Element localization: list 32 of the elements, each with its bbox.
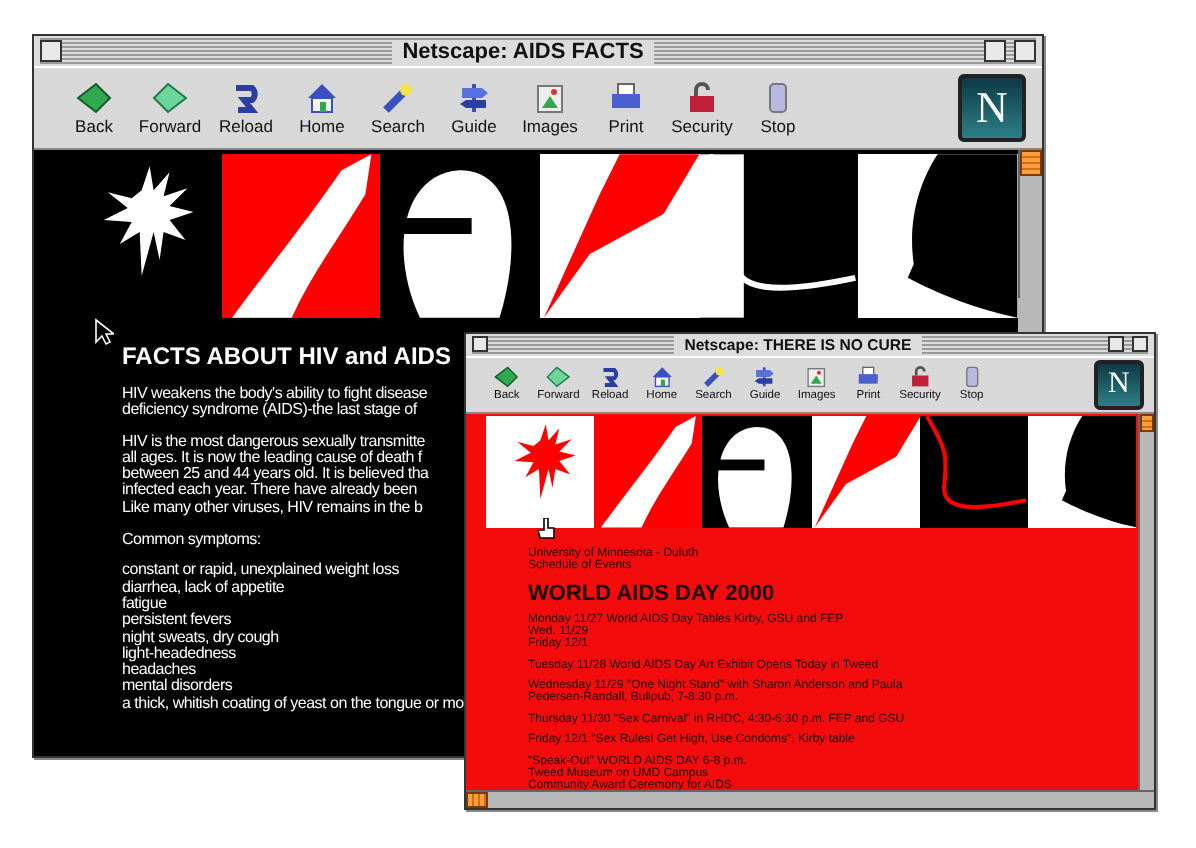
toolbar-button[interactable]: Images: [518, 81, 582, 135]
page-text: HIV weakens the body's ability to fight disease: [122, 385, 428, 402]
page-text: Common symptoms:: [122, 531, 261, 548]
toolbar-button[interactable]: Print: [594, 81, 658, 135]
page-text: light-headedness: [122, 645, 236, 662]
page-text: night sweats, dry cough: [122, 629, 279, 646]
page-text: Like many other viruses, HIV remains in the b: [122, 499, 423, 517]
toolbar-button[interactable]: Home: [290, 81, 354, 135]
toolbar-button[interactable]: Reload: [214, 81, 278, 135]
toolbar-button[interactable]: Security: [670, 81, 734, 135]
page-text: a thick, whitish coating of yeast on the tongue or mo: [122, 695, 464, 713]
page-text: diarrhea, lack of appetite: [122, 579, 285, 596]
toolbar-button[interactable]: Forward: [138, 81, 202, 135]
browser-logo: N: [958, 74, 1026, 142]
toolbar-button[interactable]: Guide: [442, 81, 506, 135]
page-text: infected each year. There have already been: [122, 482, 417, 500]
page-text: persistent fevers: [122, 612, 231, 630]
window-title: Netscape: AIDS FACTS: [392, 39, 654, 63]
page-text: HIV is the most dangerous sexually transmitte: [122, 433, 425, 450]
page-text: constant or rapid, unexplained weight loss: [122, 562, 399, 580]
page-heading: WORLD AIDS DAY 2000: [528, 581, 775, 606]
page-text: mental disorders: [122, 678, 233, 696]
page-heading: FACTS ABOUT HIV and AIDS: [122, 342, 451, 370]
toolbar-button[interactable]: Stop: [746, 81, 810, 135]
page-text: between 25 and 44 years old. It is believed tha: [122, 466, 429, 483]
page-text: fatigue: [122, 595, 167, 612]
page-text: all ages. It is now the leading cause of death f: [122, 449, 422, 466]
browser-logo: N: [1094, 360, 1144, 410]
page-text: deficiency syndrome (AIDS)-the last stage of: [122, 401, 417, 419]
toolbar-button[interactable]: Back: [62, 81, 126, 135]
page-text: headaches: [122, 662, 196, 679]
toolbar-button[interactable]: Search: [366, 81, 430, 135]
